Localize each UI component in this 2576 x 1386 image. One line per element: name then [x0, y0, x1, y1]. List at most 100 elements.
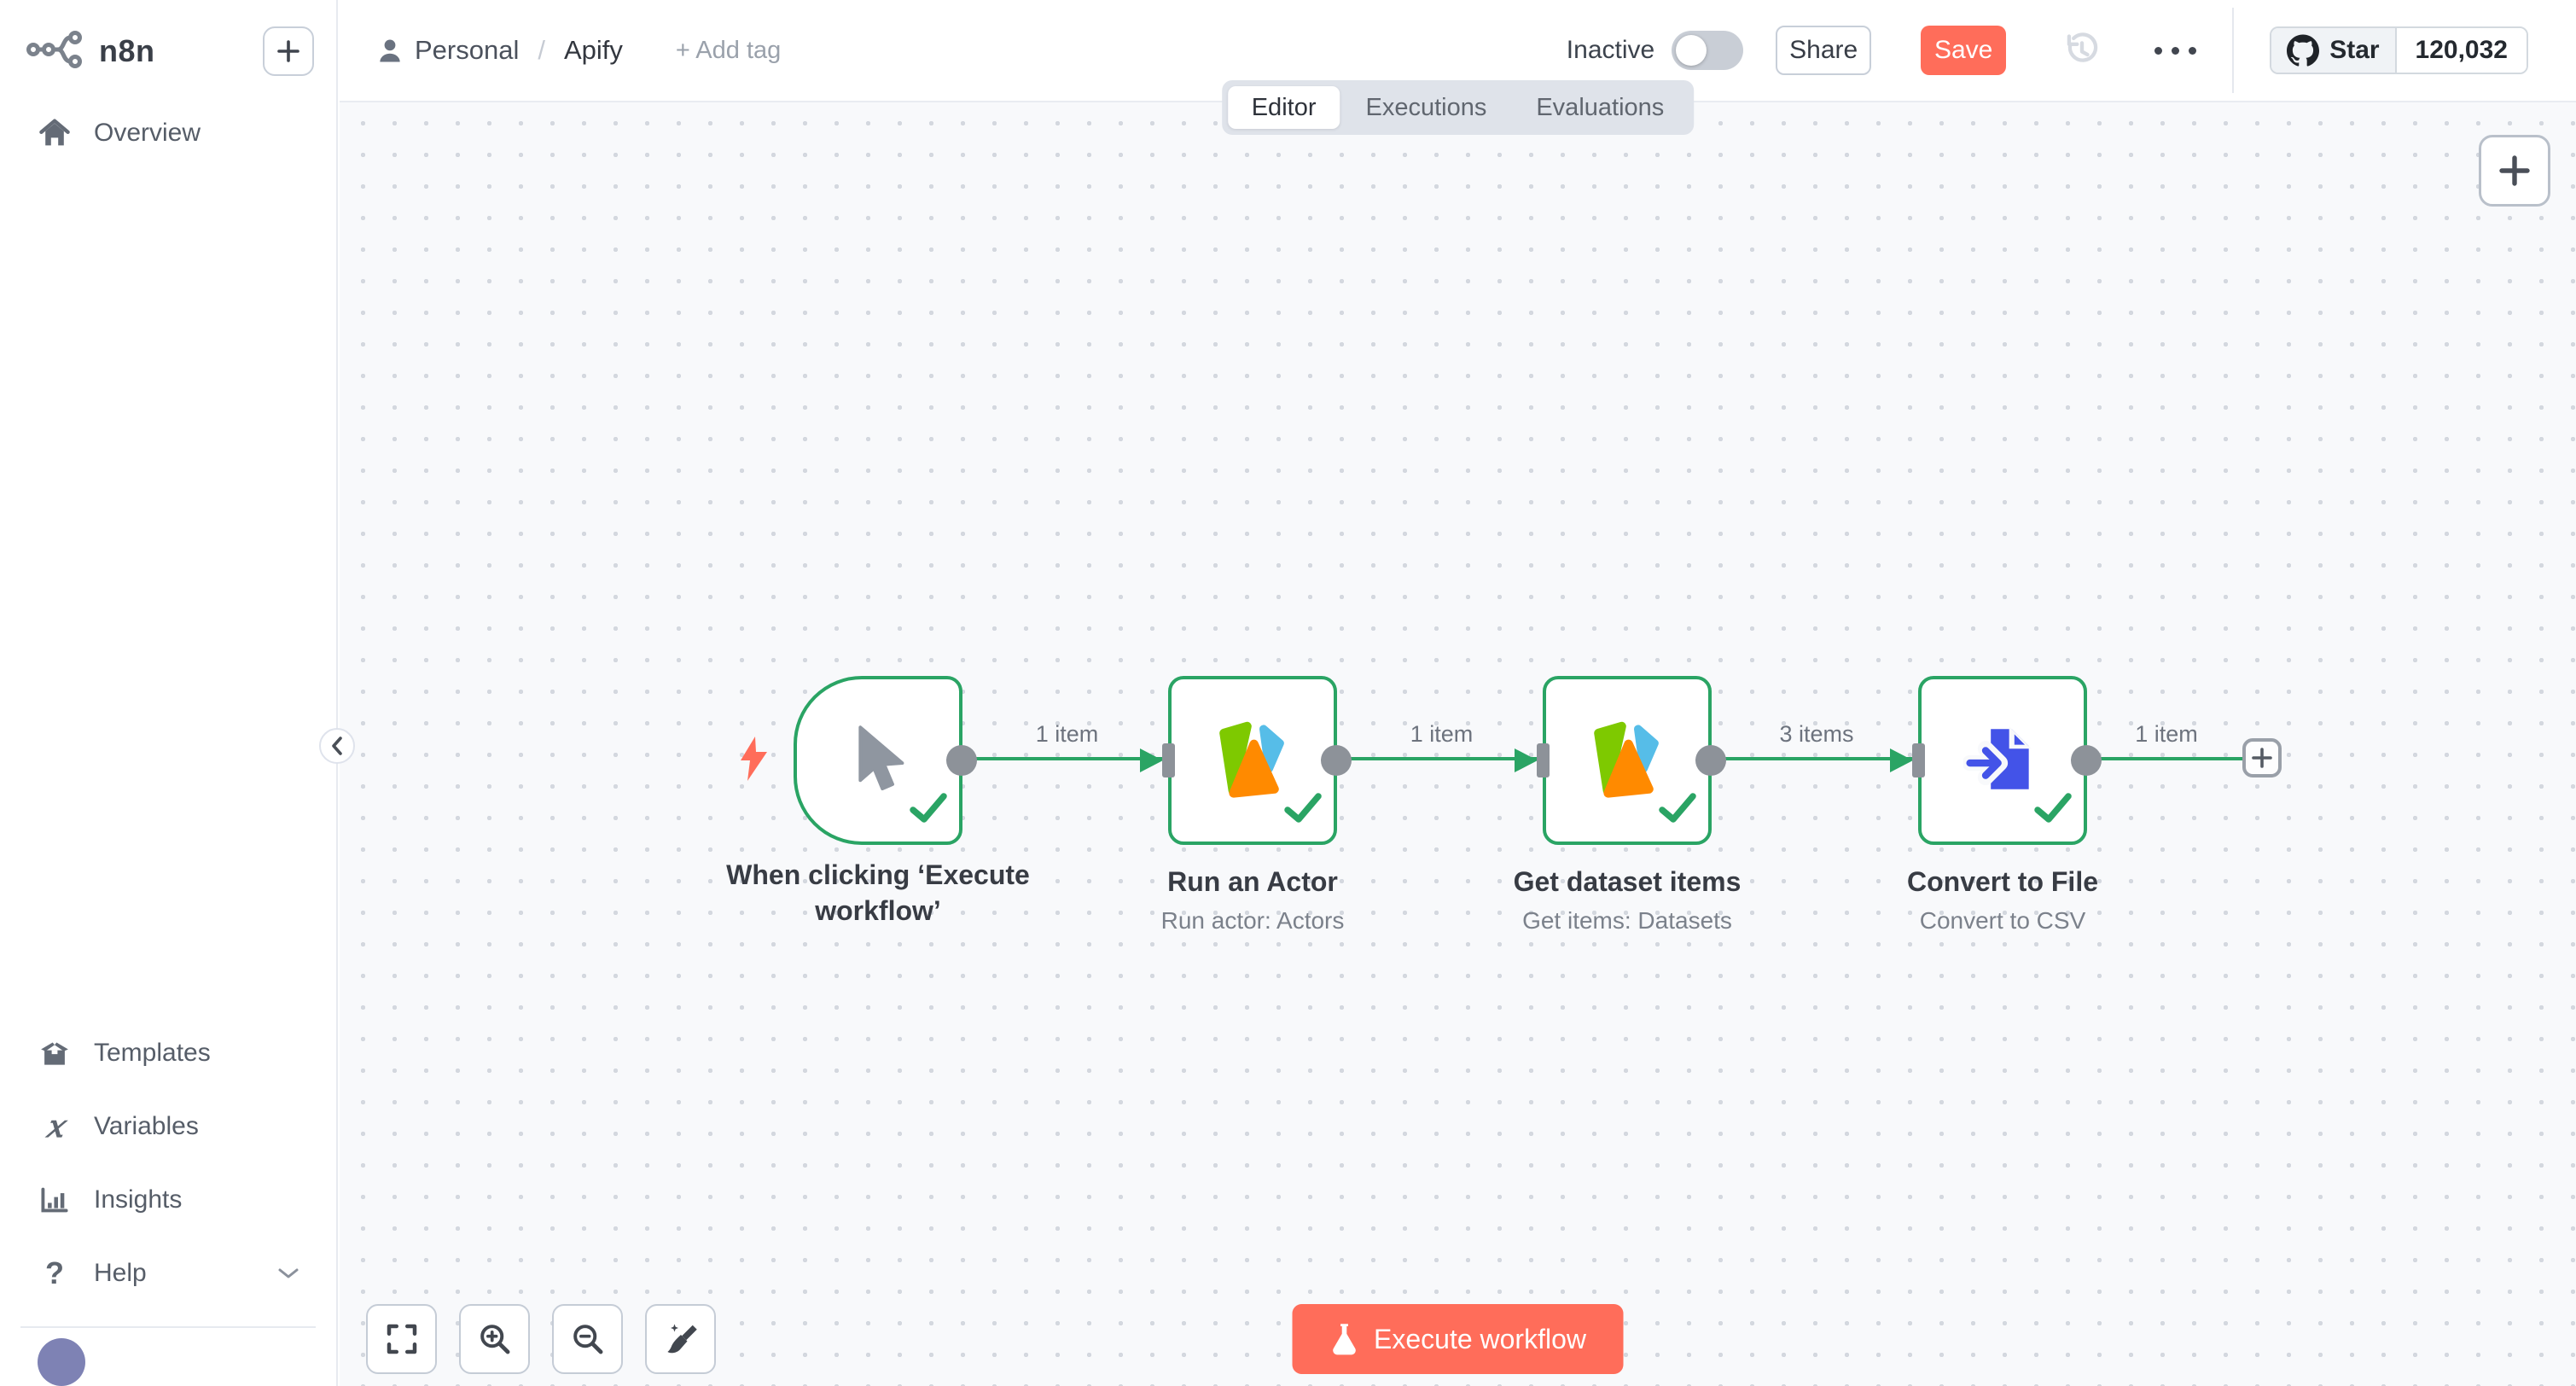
box-icon [36, 1039, 73, 1068]
tab-executions[interactable]: Executions [1341, 86, 1510, 129]
sidebar-item-variables[interactable]: 𝑥 Variables [20, 1106, 316, 1147]
sidebar-item-label: Overview [94, 119, 201, 148]
success-check-icon [2032, 789, 2073, 831]
input-arrow [1515, 748, 1538, 772]
trigger-bolt-icon [737, 734, 770, 788]
activation-control: Inactive [1567, 31, 1743, 70]
plus-icon [274, 37, 303, 66]
input-arrow [1140, 748, 1163, 772]
ellipsis-icon [2154, 47, 2162, 55]
fit-view-icon [385, 1322, 419, 1356]
breadcrumb-project[interactable]: Personal [415, 35, 519, 66]
connection-items-label: 1 item [1036, 721, 1099, 748]
add-node-button[interactable] [2242, 738, 2282, 777]
node-run-an-actor[interactable] [1168, 676, 1337, 845]
success-check-icon [1657, 789, 1698, 831]
sidebar-item-label: Insights [94, 1185, 182, 1214]
connection-items-label: 3 items [1779, 721, 1853, 748]
chevron-down-icon [276, 1266, 300, 1281]
app-title: n8n [99, 33, 155, 69]
tab-editor[interactable]: Editor [1228, 86, 1340, 129]
sidebar-menu: Overview [0, 102, 336, 186]
breadcrumb-separator: / [538, 35, 545, 66]
node-manual-trigger[interactable] [794, 676, 962, 845]
more-options-button[interactable] [2154, 47, 2196, 55]
save-button[interactable]: Save [1921, 26, 2006, 75]
open-nodes-panel-button[interactable] [2479, 135, 2550, 207]
github-star-button[interactable]: Star [2271, 28, 2396, 73]
logo-row: n8n [0, 0, 336, 102]
broom-icon [664, 1322, 698, 1356]
topbar-divider [2232, 8, 2234, 93]
tab-evaluations[interactable]: Evaluations [1512, 86, 1688, 129]
github-star-widget[interactable]: Star 120,032 [2270, 26, 2528, 74]
github-star-label: Star [2329, 36, 2379, 65]
n8n-logo-icon[interactable] [22, 27, 87, 76]
breadcrumb: Personal / Apify [377, 35, 623, 66]
cursor-icon [845, 723, 911, 798]
zoom-out-button[interactable] [552, 1304, 623, 1374]
sidebar-item-overview[interactable]: Overview [20, 113, 316, 154]
node-title: When clicking ‘Execute workflow’ [716, 857, 1040, 929]
zoom-in-icon [477, 1321, 513, 1357]
share-button[interactable]: Share [1776, 26, 1871, 75]
sidebar-item-help[interactable]: ? Help [20, 1253, 316, 1294]
input-connector[interactable] [1912, 743, 1925, 777]
node-title: Convert to File [1832, 864, 2173, 900]
chevron-left-icon [329, 736, 346, 756]
variable-x-icon: 𝑥 [36, 1111, 73, 1142]
workflow-canvas[interactable]: 1 item 1 item 3 items 1 item [340, 102, 2576, 1386]
success-check-icon [1282, 789, 1323, 831]
activation-toggle[interactable] [1672, 31, 1743, 70]
question-icon: ? [36, 1258, 73, 1289]
sidebar: n8n Overview [0, 0, 338, 1386]
output-connector[interactable] [2071, 745, 2102, 776]
zoom-to-fit-button[interactable] [366, 1304, 437, 1374]
zoom-in-button[interactable] [459, 1304, 530, 1374]
node-get-dataset-items[interactable] [1543, 676, 1712, 845]
github-star-count[interactable]: 120,032 [2397, 28, 2527, 73]
success-check-icon [908, 789, 949, 831]
user-icon [377, 37, 403, 64]
github-octocat-icon [2287, 34, 2319, 67]
n8n-app: n8n Overview [0, 0, 2576, 1386]
toggle-knob [1676, 35, 1707, 66]
add-tag-button[interactable]: + Add tag [676, 37, 781, 65]
view-tabs: Editor Executions Evaluations [1222, 80, 1695, 135]
file-convert-icon [1963, 721, 2042, 800]
canvas-controls [366, 1304, 716, 1374]
input-connector[interactable] [1537, 743, 1550, 777]
sidebar-item-templates[interactable]: Templates [20, 1033, 316, 1074]
plus-icon [2251, 747, 2273, 769]
node-convert-to-file[interactable] [1918, 676, 2087, 845]
history-clock-icon [2062, 31, 2102, 70]
sidebar-item-label: Help [94, 1259, 147, 1288]
output-connector[interactable] [946, 745, 977, 776]
input-connector[interactable] [1162, 743, 1175, 777]
sidebar-item-insights[interactable]: Insights [20, 1179, 316, 1220]
node-label: Run an Actor Run actor: Actors [1082, 864, 1423, 935]
execute-workflow-label: Execute workflow [1374, 1324, 1586, 1355]
node-title: Run an Actor [1082, 864, 1423, 900]
history-button[interactable] [2062, 31, 2102, 70]
output-connector[interactable] [1321, 745, 1352, 776]
connection-4: 1 item [2087, 757, 2246, 760]
output-connector[interactable] [1695, 745, 1726, 776]
sidebar-item-label: Variables [94, 1112, 199, 1141]
tidy-up-button[interactable] [645, 1304, 716, 1374]
apify-icon [1212, 719, 1294, 801]
connection-items-label: 1 item [1410, 721, 1474, 748]
avatar[interactable] [38, 1338, 85, 1386]
node-subtitle: Run actor: Actors [1082, 906, 1423, 935]
sidebar-collapse-button[interactable] [319, 728, 355, 764]
execute-workflow-button[interactable]: Execute workflow [1292, 1304, 1624, 1374]
plus-icon [2497, 153, 2532, 189]
breadcrumb-workflow-name[interactable]: Apify [564, 35, 623, 66]
main-area: Personal / Apify + Add tag Inactive Shar… [340, 0, 2576, 1386]
user-row [20, 1328, 316, 1386]
bar-chart-icon [36, 1185, 73, 1214]
new-workflow-button[interactable] [263, 26, 314, 76]
activation-label: Inactive [1567, 36, 1654, 65]
flask-icon [1329, 1322, 1358, 1356]
node-subtitle: Convert to CSV [1832, 906, 2173, 935]
